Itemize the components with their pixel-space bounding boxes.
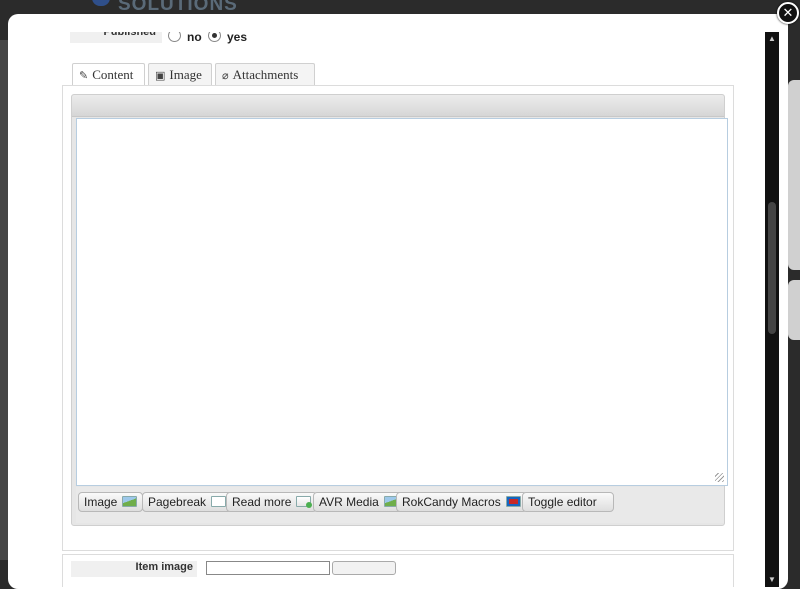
editor-text-area[interactable]: [76, 118, 728, 486]
image-icon: [122, 496, 138, 507]
editor-buttons-bar: Image Pagebreak Read more AVR Media RokC…: [76, 487, 724, 523]
published-label: Published: [70, 32, 162, 43]
paperclip-icon: ⌀: [222, 69, 229, 82]
modal-content-frame: Published no yes ✎ Content ▣ Image ⌀ Attach…: [24, 32, 764, 587]
item-image-input[interactable]: [206, 561, 330, 575]
button-label: Read more: [232, 495, 292, 509]
tab-content[interactable]: ✎ Content: [72, 63, 145, 85]
tab-label: Image: [169, 67, 202, 82]
background-panel: [788, 280, 800, 340]
published-no-radio[interactable]: [168, 32, 181, 42]
button-label: AVR Media: [319, 495, 379, 509]
tab-label: Content: [92, 67, 134, 82]
published-yes-label: yes: [227, 32, 248, 44]
close-icon: ✕: [782, 5, 794, 20]
button-label: Pagebreak: [148, 495, 207, 509]
resize-grip-icon[interactable]: [715, 473, 724, 482]
button-label: RokCandy Macros: [402, 495, 501, 509]
scrollbar-thumb[interactable]: [768, 202, 776, 334]
image-icon: ▣: [155, 69, 166, 82]
background-sidebar: [0, 40, 8, 560]
button-label: Toggle editor: [528, 495, 597, 509]
pagebreak-icon: [211, 496, 227, 507]
edit-icon: ✎: [79, 69, 89, 82]
insert-image-button[interactable]: Image: [78, 492, 144, 512]
toggle-editor-button[interactable]: Toggle editor: [522, 492, 614, 512]
pagebreak-button[interactable]: Pagebreak: [142, 492, 233, 512]
modal-dialog: Published no yes ✎ Content ▣ Image ⌀ Attach…: [8, 14, 788, 589]
published-no-label: no: [187, 32, 202, 44]
rokcandy-macros-button[interactable]: RokCandy Macros: [396, 492, 527, 512]
close-modal-button[interactable]: ✕: [777, 2, 799, 24]
rokcandy-icon: [505, 496, 521, 507]
published-yes-radio[interactable]: [208, 32, 221, 42]
item-image-panel: Item image: [62, 554, 734, 587]
rich-text-editor: Image Pagebreak Read more AVR Media RokC…: [71, 94, 728, 526]
item-image-label: Item image: [71, 561, 197, 577]
scroll-down-icon[interactable]: ▼: [765, 573, 779, 587]
read-more-button[interactable]: Read more: [226, 492, 318, 512]
published-row: Published no yes: [70, 32, 764, 47]
item-image-browse-button[interactable]: [332, 561, 396, 575]
scroll-up-icon[interactable]: ▲: [765, 32, 779, 46]
editor-toolbar: [72, 95, 724, 117]
tab-attachments[interactable]: ⌀ Attachments: [215, 63, 315, 85]
background-panel: [788, 80, 800, 270]
button-label: Image: [84, 495, 118, 509]
modal-scrollbar[interactable]: ▲ ▼: [765, 32, 779, 587]
tab-image[interactable]: ▣ Image: [148, 63, 212, 85]
content-panel: Image Pagebreak Read more AVR Media RokC…: [62, 85, 734, 551]
tab-label: Attachments: [232, 67, 299, 82]
avr-media-button[interactable]: AVR Media: [313, 492, 405, 512]
readmore-icon: [296, 496, 313, 508]
